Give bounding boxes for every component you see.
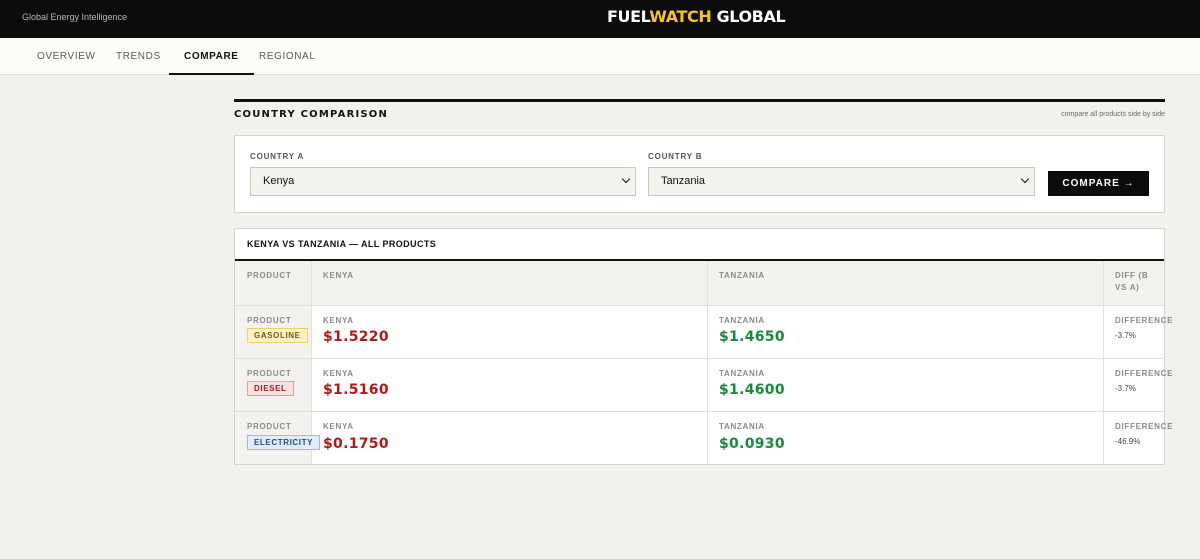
electricity-badge: ELECTRICITY [247,435,321,450]
diesel-badge: DIESEL [247,381,294,396]
tab-compare[interactable]: COMPARE [169,38,254,75]
price-country-b: $0.0930 [719,436,785,452]
header-country-a: KENYA [323,271,354,280]
row-country-b-label: TANZANIA [719,316,765,325]
nav-bar: OVERVIEW TRENDS COMPARE REGIONAL [0,38,1200,75]
row-product-label: PRODUCT [247,369,292,378]
price-country-b: $1.4650 [719,329,785,345]
row-diff-label: DIFFERENCE [1115,316,1174,325]
tab-overview[interactable]: OVERVIEW [22,38,111,75]
compare-button[interactable]: COMPARE → [1048,171,1149,196]
row-country-b-label: TANZANIA [719,422,765,431]
price-country-b: $1.4600 [719,382,785,398]
header-diff-line1: DIFF (B [1115,271,1149,280]
row-divider [235,411,1164,412]
logo-watch: WATCH [649,7,712,26]
tab-trends[interactable]: TRENDS [102,38,175,75]
results-card: KENYA VS TANZANIA — ALL PRODUCTS PRODUCT… [234,228,1172,465]
diff-value: -46.9% [1115,437,1141,446]
logo[interactable]: FUELWATCH GLOBAL [607,7,786,26]
logo-fuel: FUEL [607,7,650,26]
country-b-value: Tanzania [661,175,706,187]
row-diff-label: DIFFERENCE [1115,369,1174,378]
header-product: PRODUCT [247,271,292,280]
chevron-down-icon [1020,174,1030,184]
row-diff-label: DIFFERENCE [1115,422,1174,431]
country-a-value: Kenya [263,175,295,187]
gasoline-badge: GASOLINE [247,328,308,343]
country-b-label: COUNTRY B [648,152,703,161]
price-country-a: $1.5220 [323,329,389,345]
tab-regional[interactable]: REGIONAL [245,38,329,75]
price-country-a: $1.5160 [323,382,389,398]
diff-value: -3.7% [1115,384,1136,393]
table-title: KENYA VS TANZANIA — ALL PRODUCTS [247,239,437,249]
header-country-b: TANZANIA [719,271,765,280]
top-bar: Global Energy Intelligence FUELWATCH GLO… [0,0,1200,38]
section-title: COUNTRY COMPARISON [234,109,389,120]
row-country-a-label: KENYA [323,316,354,325]
country-b-select[interactable]: Tanzania [648,167,1035,196]
country-a-label: COUNTRY A [250,152,305,161]
row-country-b-label: TANZANIA [719,369,765,378]
table-header-row [235,261,1164,305]
col-divider [1103,261,1104,464]
row-product-label: PRODUCT [247,422,292,431]
col-divider [311,261,312,464]
row-country-a-label: KENYA [323,422,354,431]
tagline: Global Energy Intelligence [22,12,128,22]
section-rule [234,99,1165,102]
diff-value: -3.7% [1115,331,1136,340]
row-product-label: PRODUCT [247,316,292,325]
section-subtitle: compare all products side by side [1061,111,1165,118]
price-country-a: $0.1750 [323,436,389,452]
col-divider [707,261,708,464]
country-a-select[interactable]: Kenya [250,167,636,196]
row-divider [235,358,1164,359]
row-divider [235,305,1164,306]
chevron-down-icon [621,174,631,184]
row-country-a-label: KENYA [323,369,354,378]
logo-global: GLOBAL [711,7,786,26]
header-diff-line2: VS A) [1115,283,1140,292]
